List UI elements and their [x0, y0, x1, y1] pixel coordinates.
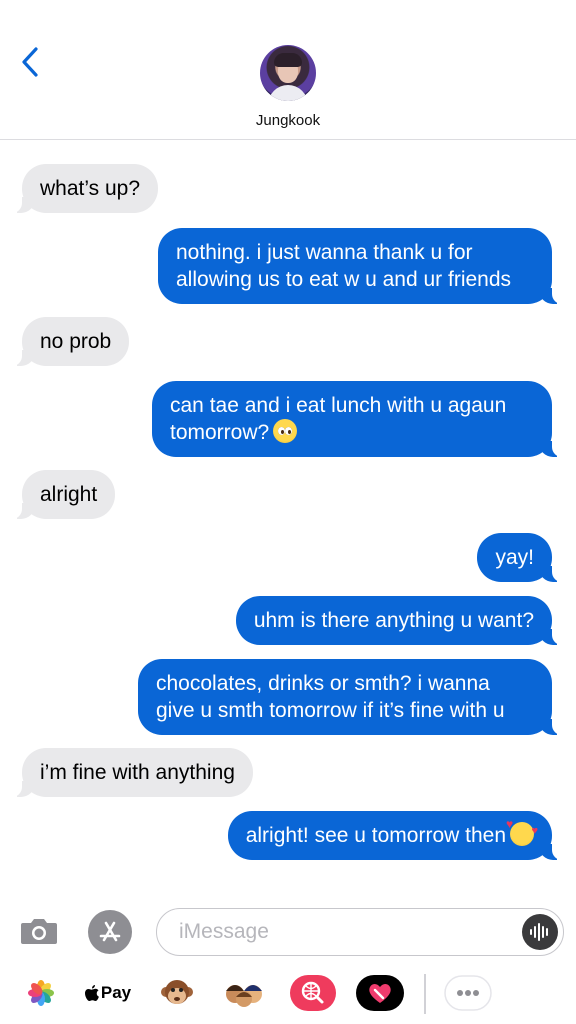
message-text: uhm is there anything u want?: [253, 609, 534, 632]
message-text: tomorrow?: [170, 419, 534, 446]
more-dots-icon: [444, 975, 492, 1011]
contact-name[interactable]: Jungkook: [0, 112, 576, 129]
message-text: can tae and i eat lunch with u agaun: [170, 394, 507, 417]
message-bubble-outgoing[interactable]: alright! see u tomorrow then: [227, 811, 563, 860]
apple-pay-button[interactable]: Pay: [84, 974, 132, 1012]
message-bubble-incoming[interactable]: alright: [11, 470, 116, 519]
waveform-icon: [530, 923, 548, 941]
message-text: alright: [40, 483, 98, 506]
message-text: i’m fine with anything: [40, 761, 235, 784]
message-bubble-outgoing[interactable]: chocolates, drinks or smth? i wanna give…: [138, 659, 562, 735]
message-text: alright! see u tomorrow then: [246, 818, 538, 847]
message-bubble-incoming[interactable]: i’m fine with anything: [12, 748, 253, 797]
app-store-icon: [99, 921, 121, 942]
app-store-button[interactable]: [88, 910, 132, 954]
memoji-app-button[interactable]: [222, 974, 266, 1012]
animoji-app-button[interactable]: [160, 974, 194, 1012]
message-text: nothing. i just wanna thank u for: [176, 241, 473, 264]
digital-touch-app-button[interactable]: [356, 974, 404, 1012]
app-drawer: Pay: [0, 968, 576, 1024]
message-bubble-outgoing[interactable]: uhm is there anything u want?: [235, 596, 563, 645]
contact-avatar[interactable]: [260, 45, 316, 101]
message-bubble-outgoing[interactable]: can tae and i eat lunch with u agaun tom…: [152, 381, 562, 457]
photos-app-button[interactable]: [26, 974, 56, 1012]
compose-bar: [0, 900, 576, 964]
back-button[interactable]: [14, 44, 46, 80]
message-text: chocolates, drinks or smth? i wanna: [156, 672, 490, 695]
apple-pay-label: Pay: [100, 983, 132, 1002]
smiling-face-with-hearts-emoji-icon: [506, 818, 538, 846]
message-text: no prob: [40, 330, 112, 353]
imessage-field: [156, 908, 564, 956]
camera-button[interactable]: [20, 916, 58, 946]
drawer-divider: [424, 974, 426, 1014]
conversation-header: Jungkook: [0, 0, 576, 140]
globe-search-icon: [290, 975, 336, 1011]
message-bubble-outgoing[interactable]: yay!: [477, 533, 562, 582]
heart-touch-icon: [356, 975, 404, 1011]
camera-icon: [21, 919, 57, 944]
chevron-left-icon: [22, 47, 38, 77]
message-text: give u smth tomorrow if it’s fine with u: [156, 699, 505, 722]
photos-icon: [28, 980, 54, 1006]
message-input[interactable]: [179, 917, 509, 947]
more-apps-button[interactable]: [444, 974, 492, 1012]
memoji-stickers-icon: [226, 985, 262, 1007]
pleading-face-emoji-icon: [273, 419, 298, 443]
message-text: yay!: [495, 546, 534, 569]
message-list: what’s up? nothing. i just wanna thank u…: [0, 140, 576, 892]
apple-logo-icon: [84, 984, 99, 1001]
message-text: allowing us to eat w u and ur friends: [176, 268, 512, 291]
message-bubble-incoming[interactable]: no prob: [11, 317, 130, 366]
image-search-app-button[interactable]: [290, 974, 336, 1012]
message-bubble-incoming[interactable]: what’s up?: [11, 164, 159, 213]
message-text: what’s up?: [40, 177, 141, 200]
audio-message-button[interactable]: [522, 914, 558, 950]
message-bubble-outgoing[interactable]: nothing. i just wanna thank u for allowi…: [158, 228, 562, 304]
monkey-icon: [161, 980, 193, 1004]
